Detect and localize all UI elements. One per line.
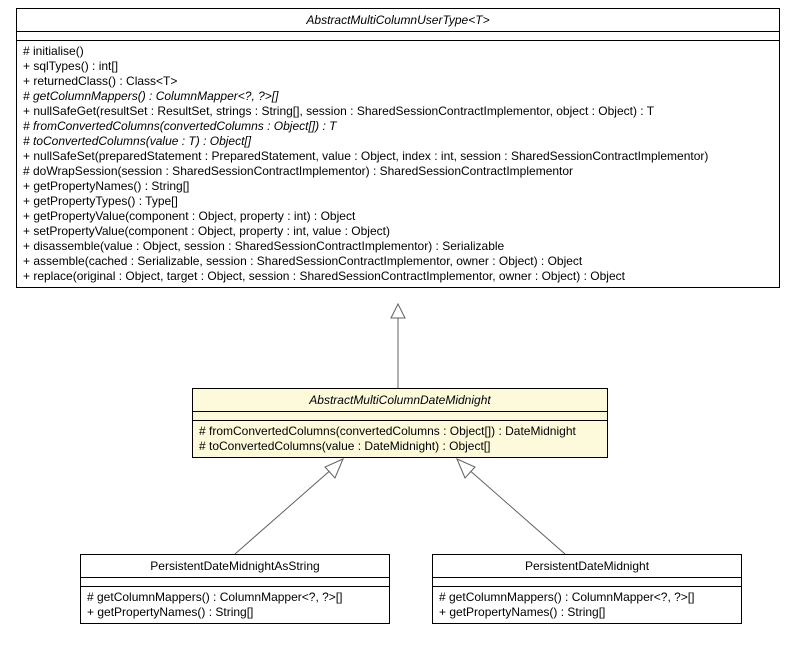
method: # doWrapSession(session : SharedSessionC… bbox=[23, 164, 773, 179]
class-attributes-section bbox=[193, 412, 607, 421]
class-attributes-section bbox=[81, 578, 389, 587]
method: # getColumnMappers() : ColumnMapper<?, ?… bbox=[439, 590, 735, 605]
method: + getPropertyValue(component : Object, p… bbox=[23, 209, 773, 224]
method: + getPropertyNames() : String[] bbox=[23, 179, 773, 194]
class-methods-section: # fromConvertedColumns(convertedColumns … bbox=[193, 421, 607, 457]
method: + nullSafeGet(resultSet : ResultSet, str… bbox=[23, 104, 773, 119]
method: # toConvertedColumns(value : T) : Object… bbox=[23, 134, 773, 149]
class-attributes-section bbox=[433, 578, 741, 587]
class-abstract-multi-column-user-type: AbstractMultiColumnUserType<T> # initial… bbox=[16, 8, 780, 288]
method: + getPropertyTypes() : Type[] bbox=[23, 194, 773, 209]
method: + sqlTypes() : int[] bbox=[23, 59, 773, 74]
class-methods-section: # getColumnMappers() : ColumnMapper<?, ?… bbox=[433, 587, 741, 623]
method: + setPropertyValue(component : Object, p… bbox=[23, 224, 773, 239]
class-persistent-date-midnight: PersistentDateMidnight # getColumnMapper… bbox=[432, 554, 742, 624]
method: # fromConvertedColumns(convertedColumns … bbox=[23, 119, 773, 134]
class-title: AbstractMultiColumnUserType<T> bbox=[17, 9, 779, 32]
method: + assemble(cached : Serializable, sessio… bbox=[23, 254, 773, 269]
method: + replace(original : Object, target : Ob… bbox=[23, 269, 773, 284]
method: + getPropertyNames() : String[] bbox=[87, 605, 383, 620]
method: # getColumnMappers() : ColumnMapper<?, ?… bbox=[87, 590, 383, 605]
method: + returnedClass() : Class<T> bbox=[23, 74, 773, 89]
method: + nullSafeSet(preparedStatement : Prepar… bbox=[23, 149, 773, 164]
class-title: PersistentDateMidnight bbox=[433, 555, 741, 578]
class-methods-section: # initialise() + sqlTypes() : int[] + re… bbox=[17, 41, 779, 287]
class-title: PersistentDateMidnightAsString bbox=[81, 555, 389, 578]
method: # toConvertedColumns(value : DateMidnigh… bbox=[199, 439, 601, 454]
method: # fromConvertedColumns(convertedColumns … bbox=[199, 424, 601, 439]
class-methods-section: # getColumnMappers() : ColumnMapper<?, ?… bbox=[81, 587, 389, 623]
method: # getColumnMappers() : ColumnMapper<?, ?… bbox=[23, 89, 773, 104]
class-abstract-multi-column-date-midnight: AbstractMultiColumnDateMidnight # fromCo… bbox=[192, 388, 608, 458]
method: # initialise() bbox=[23, 44, 773, 59]
method: + getPropertyNames() : String[] bbox=[439, 605, 735, 620]
method: + disassemble(value : Object, session : … bbox=[23, 239, 773, 254]
class-title: AbstractMultiColumnDateMidnight bbox=[193, 389, 607, 412]
class-persistent-date-midnight-as-string: PersistentDateMidnightAsString # getColu… bbox=[80, 554, 390, 624]
class-attributes-section bbox=[17, 32, 779, 41]
